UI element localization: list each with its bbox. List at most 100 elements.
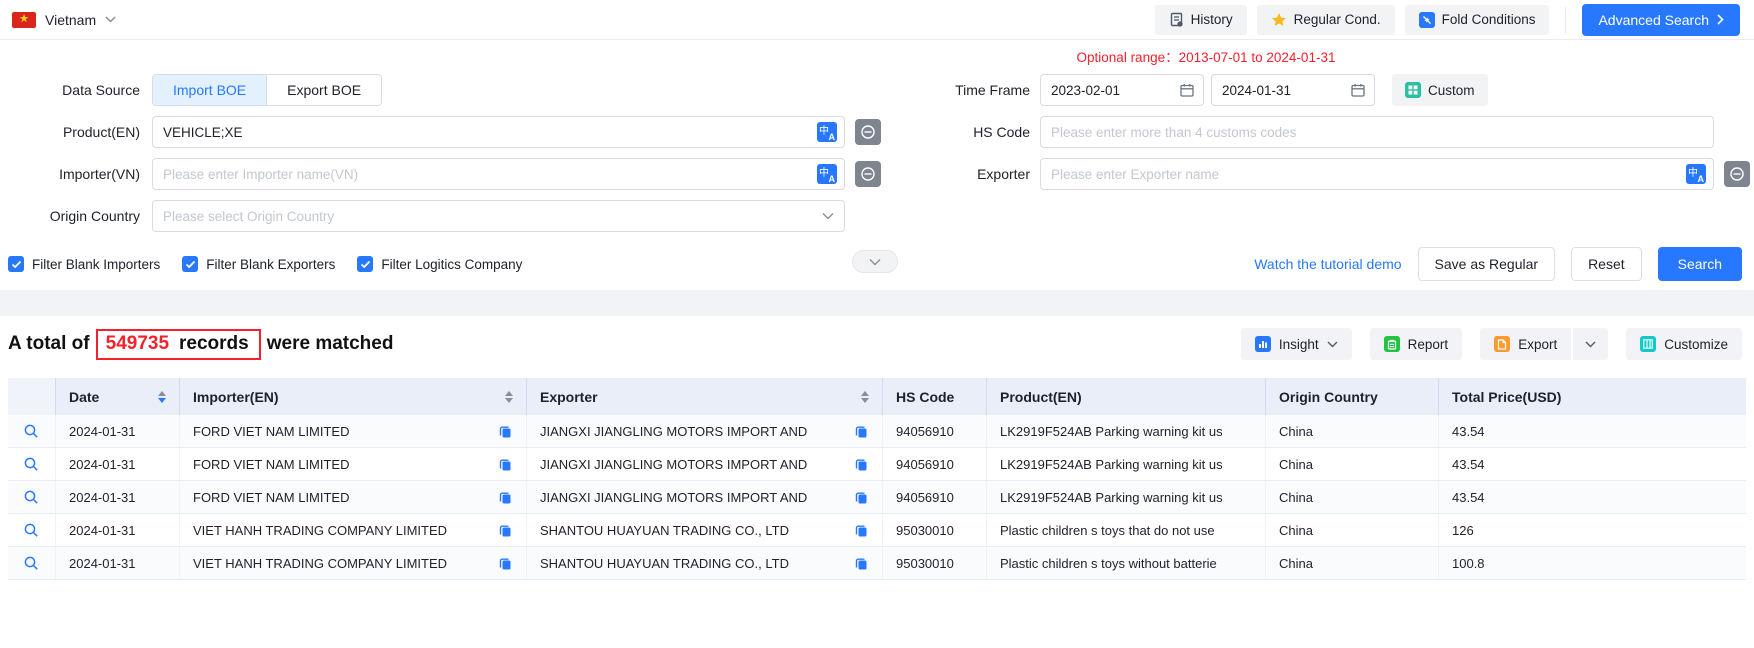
save-as-regular-button[interactable]: Save as Regular [1418, 247, 1556, 281]
results-bar: A total of 549735 records were matched I… [0, 316, 1754, 372]
header-label: Importer(EN) [193, 389, 279, 405]
filter-logitics-company-checkbox[interactable]: Filter Logitics Company [357, 256, 522, 272]
star-icon [1271, 12, 1287, 27]
copy-exporter-button[interactable] [854, 523, 869, 538]
filter-blank-exporters-checkbox[interactable]: Filter Blank Exporters [182, 256, 335, 272]
product-input[interactable] [153, 117, 817, 147]
product-field[interactable]: 中A [152, 116, 845, 148]
magnifier-icon [23, 555, 40, 572]
copy-exporter-button[interactable] [854, 424, 869, 439]
customize-button[interactable]: Customize [1626, 328, 1742, 360]
top-bar: ★ Vietnam History Regular Cond. [0, 0, 1754, 40]
copy-exporter-button[interactable] [854, 490, 869, 505]
copy-importer-button[interactable] [498, 523, 513, 538]
date-to-field[interactable] [1211, 74, 1375, 106]
tutorial-demo-link[interactable]: Watch the tutorial demo [1254, 256, 1401, 272]
collapse-form-button[interactable] [852, 250, 898, 273]
row-detail-button[interactable] [23, 522, 40, 539]
copy-exporter-button[interactable] [854, 457, 869, 472]
export-button[interactable]: Export [1480, 328, 1571, 360]
custom-grid-icon [1405, 82, 1421, 98]
date-from-field[interactable] [1040, 74, 1204, 106]
chevron-down-icon [1327, 341, 1338, 348]
cell-price: 126 [1439, 514, 1746, 546]
filter-blank-importers-checkbox[interactable]: Filter Blank Importers [8, 256, 160, 272]
section-divider [0, 290, 1754, 316]
reset-button[interactable]: Reset [1571, 247, 1642, 281]
date-to-input[interactable] [1212, 75, 1350, 105]
exporter-field[interactable]: 中A [1040, 158, 1714, 190]
copy-importer-button[interactable] [498, 556, 513, 571]
hs-code-field[interactable] [1040, 116, 1714, 148]
cell-hs-code: 94056910 [883, 415, 987, 447]
calendar-icon [1350, 82, 1366, 98]
regular-cond-label: Regular Cond. [1294, 12, 1381, 27]
cell-origin: China [1266, 547, 1439, 579]
hs-code-label: HS Code [855, 116, 1030, 148]
copy-importer-button[interactable] [498, 424, 513, 439]
cell-origin: China [1266, 415, 1439, 447]
importer-field[interactable]: 中A [152, 158, 845, 190]
results-count-box: 549735 records [96, 329, 261, 360]
product-label: Product(EN) [0, 116, 140, 148]
hs-code-input[interactable] [1041, 117, 1713, 147]
vietnam-flag-icon: ★ [12, 12, 36, 28]
cell-price: 100.8 [1439, 547, 1746, 579]
fold-conditions-button[interactable]: Fold Conditions [1405, 5, 1550, 35]
chevron-down-icon [869, 258, 881, 266]
chevron-down-icon [822, 212, 834, 220]
tab-export-boe[interactable]: Export BOE [266, 75, 381, 105]
magnifier-icon [23, 456, 40, 473]
copy-exporter-button[interactable] [854, 556, 869, 571]
history-button[interactable]: History [1155, 5, 1247, 35]
advanced-search-label: Advanced Search [1598, 12, 1709, 28]
chevron-down-icon [1585, 341, 1596, 348]
copy-icon [854, 523, 869, 538]
regular-cond-button[interactable]: Regular Cond. [1257, 5, 1395, 35]
row-detail-button[interactable] [23, 456, 40, 473]
exporter-input[interactable] [1041, 159, 1686, 189]
header-exporter[interactable]: Exporter [527, 378, 883, 415]
sort-icons[interactable] [505, 391, 513, 403]
translate-icon[interactable]: 中A [817, 122, 837, 142]
country-selector[interactable]: ★ Vietnam [12, 12, 116, 28]
translate-icon[interactable]: 中A [817, 164, 837, 184]
report-button[interactable]: Report [1370, 328, 1463, 360]
export-dropdown-button[interactable] [1571, 328, 1608, 360]
search-form: Optional range：2013-07-01 to 2024-01-31 … [0, 40, 1754, 282]
cell-date: 2024-01-31 [56, 415, 180, 447]
exclude-exporter-button[interactable] [1724, 161, 1750, 187]
results-count: 549735 [106, 333, 169, 355]
copy-importer-button[interactable] [498, 457, 513, 472]
calendar-icon [1179, 82, 1195, 98]
row-detail-button[interactable] [23, 423, 40, 440]
tab-import-boe[interactable]: Import BOE [153, 75, 266, 105]
copy-importer-button[interactable] [498, 490, 513, 505]
cell-importer: VIET HANH TRADING COMPANY LIMITED [180, 547, 527, 579]
chevron-down-icon [105, 16, 116, 23]
time-frame-label: Time Frame [855, 74, 1030, 106]
translate-icon[interactable]: 中A [1686, 164, 1706, 184]
row-detail-button[interactable] [23, 555, 40, 572]
date-from-input[interactable] [1041, 75, 1179, 105]
header-date[interactable]: Date [56, 378, 180, 415]
copy-icon [498, 523, 513, 538]
header-importer[interactable]: Importer(EN) [180, 378, 527, 415]
importer-input[interactable] [153, 159, 817, 189]
table-header: Date Importer(EN) Exporter HS Code Produ… [8, 378, 1746, 415]
insight-button[interactable]: Insight [1241, 328, 1352, 360]
history-label: History [1191, 12, 1233, 27]
search-button[interactable]: Search [1658, 247, 1742, 281]
copy-icon [854, 457, 869, 472]
sort-icons[interactable] [861, 391, 869, 403]
header-product: Product(EN) [987, 378, 1266, 415]
advanced-search-button[interactable]: Advanced Search [1582, 4, 1740, 36]
row-detail-button[interactable] [23, 489, 40, 506]
cell-importer: FORD VIET NAM LIMITED [180, 481, 527, 513]
sort-icons[interactable] [158, 391, 166, 403]
checkbox-checked-icon [182, 256, 198, 272]
cell-hs-code: 95030010 [883, 514, 987, 546]
origin-country-select[interactable]: Please select Origin Country [152, 200, 845, 232]
filter-row: Filter Blank Importers Filter Blank Expo… [0, 246, 1754, 282]
custom-range-button[interactable]: Custom [1392, 74, 1488, 106]
